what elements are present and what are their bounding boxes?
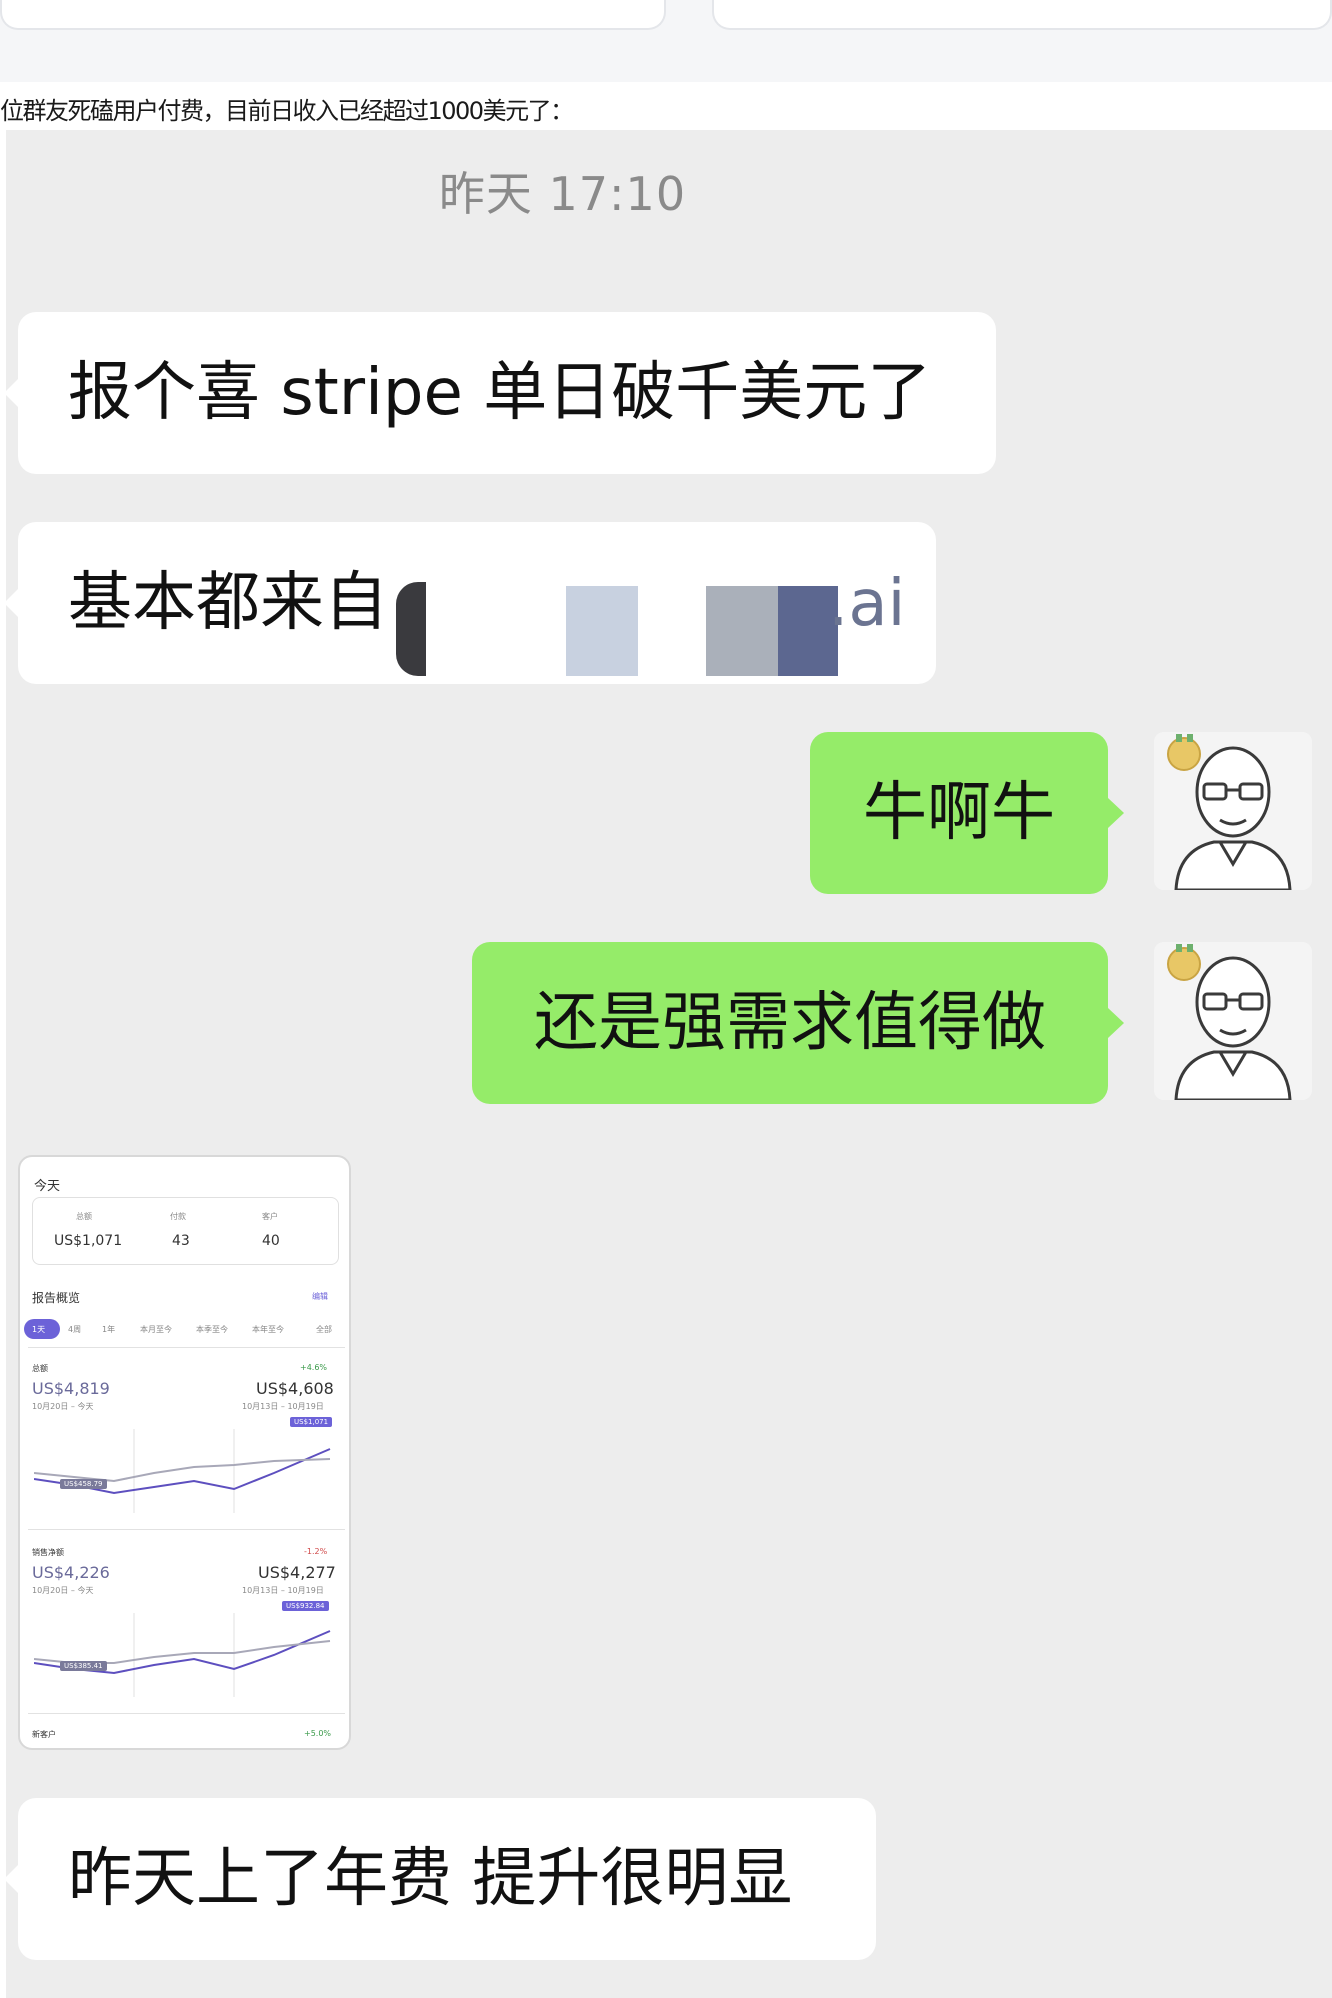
top-card-right[interactable]	[712, 0, 1332, 30]
domain-suffix: .ai	[828, 567, 906, 641]
metric-previous: US$4,277	[258, 1563, 336, 1582]
metric-current: US$4,226	[32, 1563, 110, 1582]
chart-tag-high: US$932.84	[282, 1601, 329, 1611]
range-option[interactable]: 4周	[68, 1324, 81, 1335]
avatar-face-icon	[1154, 732, 1312, 890]
article-top-strip	[0, 0, 1332, 82]
chart-tag-low: US$458.79	[60, 1479, 107, 1489]
message-bubble-incoming[interactable]: 报个喜 stripe 单日破千美元了	[4, 312, 996, 474]
top-card-left[interactable]	[0, 0, 666, 30]
metric-period: 10月20日 – 今天	[32, 1586, 94, 1595]
stat-label: 客户	[262, 1212, 278, 1221]
message-bubble-incoming[interactable]: 昨天上了年费 提升很明显	[4, 1798, 876, 1960]
stat-value: US$1,071	[54, 1233, 123, 1249]
range-option[interactable]: 本年至今	[252, 1324, 284, 1335]
range-option[interactable]: 1年	[102, 1324, 115, 1335]
metric-period: 10月13日 – 10月19日	[242, 1402, 324, 1411]
divider	[28, 1347, 345, 1348]
divider	[28, 1529, 345, 1530]
divider	[28, 1713, 345, 1714]
avatar-face-icon	[1154, 942, 1312, 1100]
message-text: 基本都来自	[68, 566, 388, 640]
stat-value: 43	[172, 1233, 190, 1249]
chat-timestamp: 昨天 17:10	[438, 167, 687, 221]
metric-change: -1.2%	[304, 1547, 328, 1556]
metric-previous: US$4,608	[256, 1379, 334, 1398]
stripe-dashboard-image[interactable]: 今天 总额 US$1,071 付款 43 客户 40 报告概览 编辑 1天 4周…	[18, 1155, 351, 1750]
today-label: 今天	[34, 1179, 61, 1194]
message-text: 报个喜 stripe 单日破千美元了	[68, 356, 932, 430]
user-avatar[interactable]	[1154, 732, 1312, 890]
edit-link[interactable]: 编辑	[312, 1291, 328, 1302]
metric-period: 10月20日 – 今天	[32, 1402, 94, 1411]
message-bubble-outgoing[interactable]: 还是强需求值得做	[472, 942, 1124, 1104]
stat-value: 40	[262, 1233, 280, 1249]
chart-tag-low: US$385.41	[60, 1661, 107, 1671]
redaction-blur	[706, 586, 778, 676]
metric-label: 销售净额	[32, 1548, 64, 1557]
chat-edge	[0, 130, 6, 1998]
metric-change: +4.6%	[300, 1363, 328, 1372]
metric-label: 新客户	[32, 1730, 56, 1739]
range-option[interactable]: 本季至今	[196, 1324, 228, 1335]
message-text: 昨天上了年费 提升很明显	[68, 1842, 793, 1916]
report-title: 报告概览	[32, 1291, 81, 1305]
redaction-blur	[566, 586, 638, 676]
metric-current: US$4,819	[32, 1379, 110, 1398]
message-bubble-outgoing[interactable]: 牛啊牛	[810, 732, 1124, 894]
stat-label: 付款	[170, 1212, 186, 1221]
user-avatar[interactable]	[1154, 942, 1312, 1100]
stat-label: 总额	[76, 1212, 92, 1221]
net-sparkline	[34, 1613, 331, 1697]
redaction-blur	[426, 582, 556, 676]
message-bubble-incoming[interactable]: 基本都来自 .ai	[4, 522, 936, 684]
metric-label: 总额	[32, 1364, 48, 1373]
gross-sparkline	[34, 1429, 331, 1513]
metric-change: +5.0%	[304, 1729, 332, 1738]
range-option[interactable]: 1天	[32, 1324, 45, 1335]
metric-period: 10月13日 – 10月19日	[242, 1586, 324, 1595]
page: 位群友死磕用户付费，目前日收入已经超过1000美元了： 昨天 17:10 报个喜…	[0, 0, 1332, 1998]
range-option[interactable]: 本月至今	[140, 1324, 172, 1335]
message-text: 还是强需求值得做	[534, 986, 1046, 1060]
chart-tag-high: US$1,071	[290, 1417, 333, 1427]
article-caption: 位群友死磕用户付费，目前日收入已经超过1000美元了：	[0, 97, 574, 125]
today-stats-box	[32, 1197, 339, 1265]
range-option[interactable]: 全部	[316, 1324, 332, 1335]
message-text: 牛啊牛	[863, 776, 1055, 850]
